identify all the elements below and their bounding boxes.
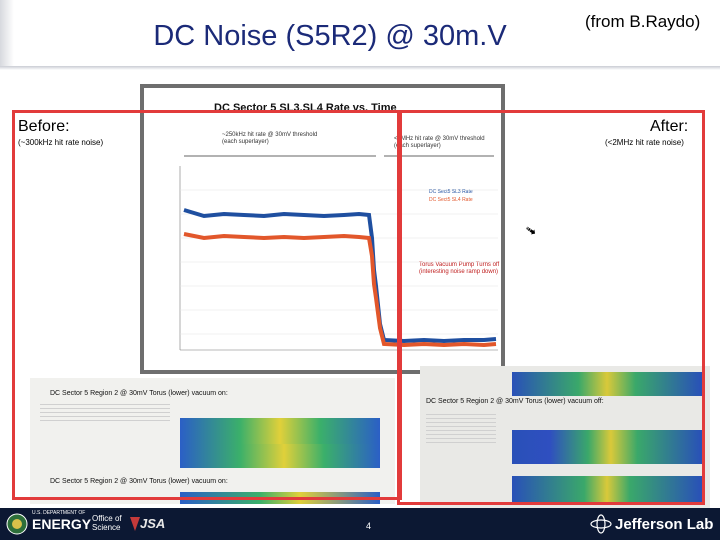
footer-doe-energy: ENERGY <box>32 516 92 532</box>
page-number: 4 <box>366 521 372 531</box>
before-frame <box>12 110 402 500</box>
slide-credit: (from B.Raydo) <box>585 12 701 31</box>
footer-bar: U.S. DEPARTMENT OF ENERGY Office of Scie… <box>0 508 720 540</box>
footer-jsa: JSA <box>140 516 166 531</box>
after-note: (<2MHz hit rate noise) <box>605 138 684 147</box>
after-frame <box>397 110 705 505</box>
footer-office-line2: Science <box>92 523 121 532</box>
before-label: Before: <box>18 118 70 135</box>
jefferson-lab-logo-icon <box>590 514 612 534</box>
before-note: (~300kHz hit rate noise) <box>18 138 104 147</box>
doe-seal-icon <box>6 513 28 535</box>
header-shade <box>0 0 14 68</box>
footer-office-line1: Office of <box>92 514 122 523</box>
header-rule <box>0 66 720 70</box>
slide-title: DC Noise (S5R2) @ 30m.V <box>153 20 507 52</box>
footer-jefferson-lab: Jefferson Lab <box>615 516 714 533</box>
footer-doe-office: Office of Science <box>92 514 122 532</box>
after-label: After: <box>650 118 689 135</box>
